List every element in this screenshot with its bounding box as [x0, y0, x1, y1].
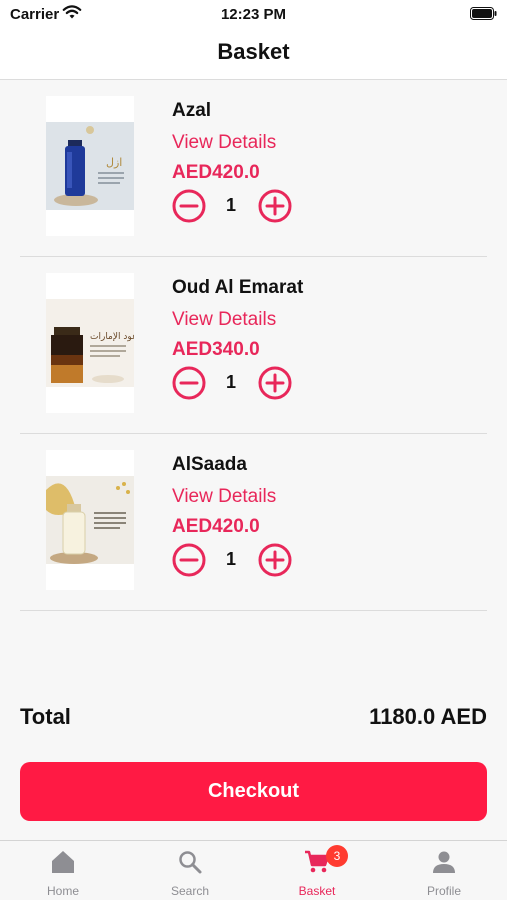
- total-value: 1180.0 AED: [369, 704, 487, 729]
- tab-label: Basket: [298, 884, 336, 898]
- item-name: Oud Al Emarat: [172, 277, 304, 298]
- product-image: ازل: [46, 96, 134, 236]
- tab-label: Profile: [426, 884, 461, 898]
- item-price: AED420.0: [172, 162, 260, 183]
- svg-text:ازل: ازل: [106, 156, 122, 169]
- view-details-link[interactable]: View Details: [172, 486, 276, 508]
- status-time: 12:23 PM: [220, 6, 287, 23]
- person-icon: [433, 851, 455, 873]
- basket-item: AlSaada View Details AED420.0 1: [20, 434, 487, 611]
- item-name: AlSaada: [172, 454, 247, 475]
- item-name: Azal: [172, 100, 212, 121]
- tab-basket[interactable]: 3 Basket: [254, 841, 380, 900]
- home-icon: [52, 851, 74, 873]
- minus-circle-icon[interactable]: [172, 543, 206, 577]
- minus-circle-icon[interactable]: [172, 366, 206, 400]
- tab-label: Search: [170, 884, 210, 898]
- quantity-value: 1: [225, 549, 236, 569]
- search-icon: [179, 851, 202, 874]
- total-label: Total: [20, 704, 71, 729]
- nav-bar: Basket: [0, 30, 507, 80]
- page-title: Basket: [217, 39, 290, 64]
- plus-circle-icon[interactable]: [258, 366, 292, 400]
- item-price: AED340.0: [172, 339, 260, 360]
- minus-circle-icon[interactable]: [172, 189, 206, 223]
- view-details-link[interactable]: View Details: [172, 132, 276, 154]
- basket-item: عود الإمارات Oud Al Emarat View Details …: [20, 257, 487, 434]
- svg-text:عود الإمارات: عود الإمارات: [90, 332, 134, 342]
- plus-circle-icon[interactable]: [258, 189, 292, 223]
- plus-circle-icon[interactable]: [258, 543, 292, 577]
- product-image: [46, 450, 134, 590]
- tab-profile[interactable]: Profile: [381, 841, 507, 900]
- tab-home[interactable]: Home: [0, 841, 126, 900]
- checkout-button[interactable]: Checkout: [20, 762, 487, 821]
- tab-search[interactable]: Search: [127, 841, 253, 900]
- battery-icon: [470, 7, 497, 20]
- quantity-value: 1: [225, 195, 236, 215]
- cart-badge: 3: [326, 845, 348, 867]
- basket-item: ازل Azal View Details AED420.0 1: [20, 80, 487, 257]
- view-details-link[interactable]: View Details: [172, 309, 276, 331]
- tab-label: Home: [46, 884, 79, 898]
- status-bar: Carrier 12:23 PM: [0, 0, 507, 30]
- item-price: AED420.0: [172, 516, 260, 537]
- tab-bar: Home Search 3 Basket Profile: [0, 840, 507, 900]
- product-image: عود الإمارات: [46, 273, 134, 413]
- quantity-value: 1: [225, 372, 236, 392]
